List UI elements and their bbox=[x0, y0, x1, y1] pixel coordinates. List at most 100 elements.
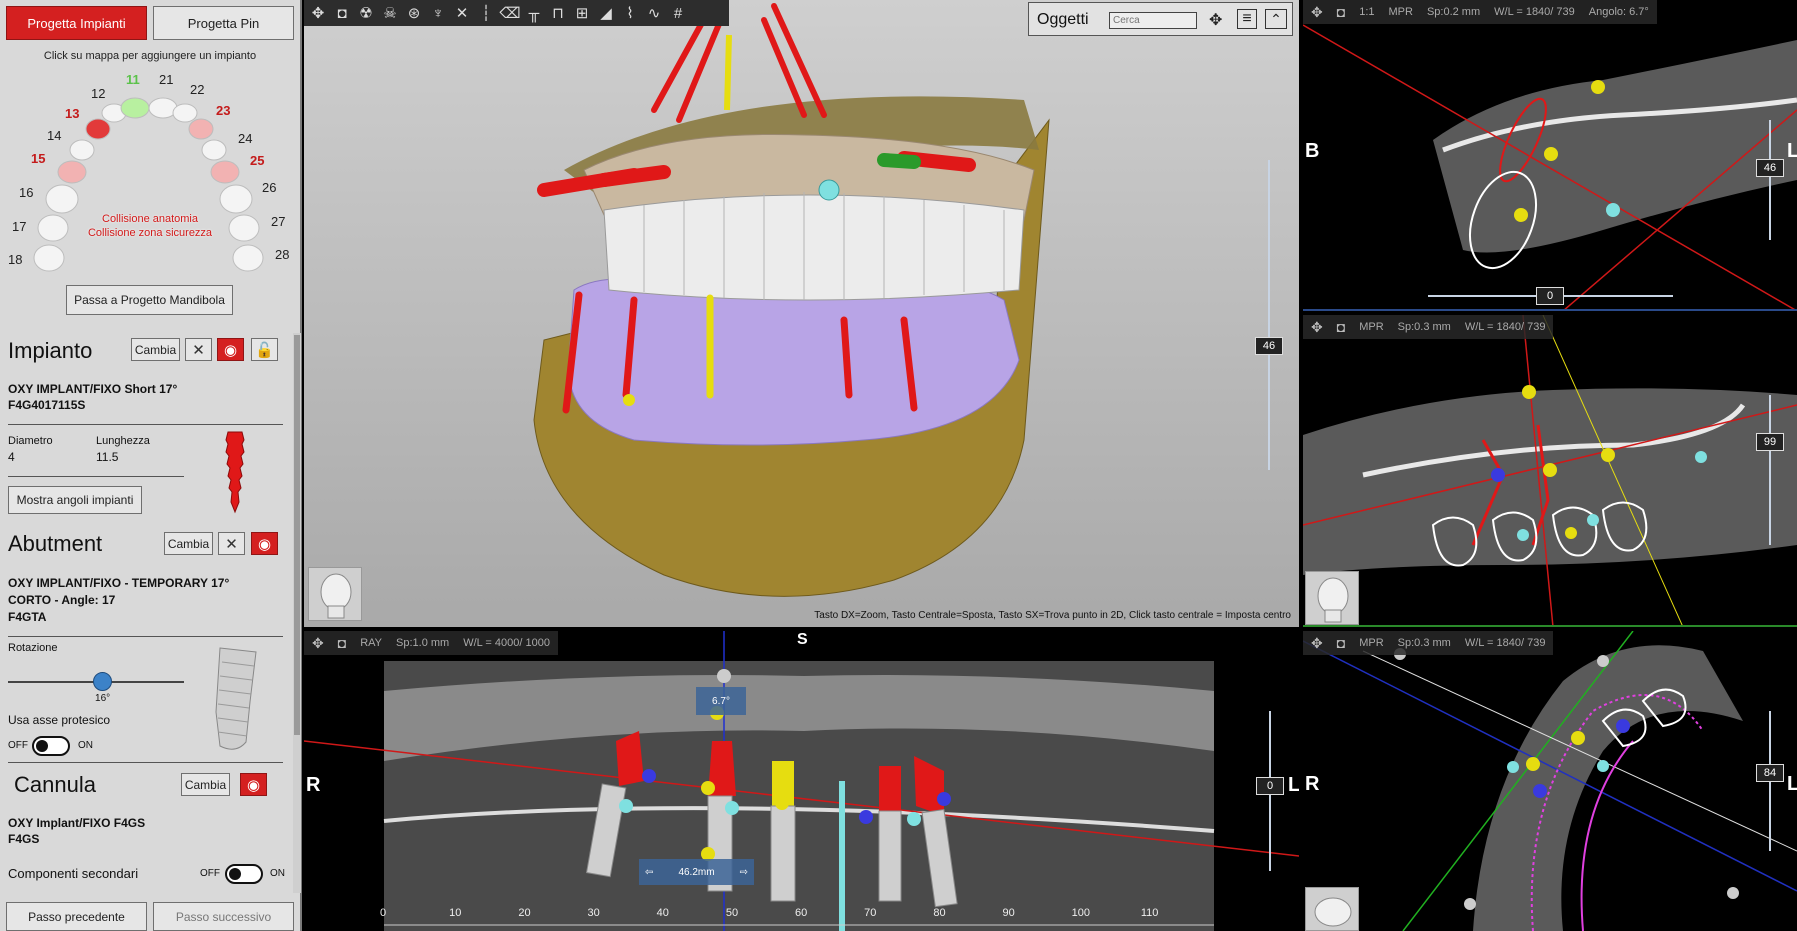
divider bbox=[8, 476, 184, 477]
move-icon[interactable]: ✥ bbox=[1311, 635, 1323, 652]
tooth-13[interactable] bbox=[85, 118, 111, 140]
rotation-slider-handle[interactable] bbox=[93, 672, 113, 691]
secondary-components-label: Componenti secondari bbox=[8, 866, 139, 881]
view-mode: MPR bbox=[1359, 637, 1384, 649]
orientation-head-icon[interactable] bbox=[1305, 887, 1359, 931]
divider bbox=[8, 636, 283, 637]
move-icon[interactable]: ✥ bbox=[1311, 4, 1323, 21]
eye-icon: ◉ bbox=[257, 535, 272, 553]
ct-view-cross-section[interactable]: ✥ ◘ MPR Sp:0.3 mm W/L = 1840/ 739 99 bbox=[1303, 315, 1797, 627]
cross-slice-slider[interactable] bbox=[1769, 395, 1771, 545]
tooth-14[interactable] bbox=[69, 139, 95, 161]
ruler-tick-label: 40 bbox=[656, 907, 669, 919]
tooth-label-26: 26 bbox=[262, 180, 277, 195]
tooth-11[interactable] bbox=[120, 97, 150, 119]
close-icon[interactable]: ✕ bbox=[450, 4, 474, 22]
move-icon[interactable]: ✥ bbox=[1209, 10, 1222, 30]
eraser-icon[interactable]: ⌫ bbox=[498, 4, 522, 22]
camera-icon[interactable]: ◘ bbox=[330, 5, 354, 22]
ruler-tick-label: 70 bbox=[864, 907, 877, 919]
curve-icon[interactable]: ⌇ bbox=[618, 4, 642, 22]
prosthetic-axis-label: Usa asse protesico bbox=[8, 713, 111, 727]
tooth-26[interactable] bbox=[219, 184, 253, 214]
orientation-head-icon[interactable] bbox=[308, 567, 362, 621]
secondary-components-toggle[interactable] bbox=[225, 864, 263, 884]
prosthetic-axis-toggle[interactable] bbox=[32, 736, 70, 756]
ct-view-coronal[interactable]: ✥ ◘ MPR Sp:0.3 mm W/L = 1840/ 739 R L 84 bbox=[1303, 631, 1797, 931]
skull-icon[interactable]: ☠ bbox=[378, 4, 402, 22]
camera-icon[interactable]: ◘ bbox=[1337, 319, 1345, 335]
list-icon[interactable]: ≡ bbox=[1237, 9, 1257, 29]
abutment-change-button[interactable]: Cambia bbox=[164, 532, 213, 555]
tooth-map[interactable] bbox=[0, 0, 300, 290]
chevron-up-icon[interactable]: ⌃ bbox=[1265, 9, 1287, 29]
cannula-change-button[interactable]: Cambia bbox=[181, 773, 230, 796]
ct-view-axial[interactable]: ✥ ◘ 1:1 MPR Sp:0.2 mm W/L = 1840/ 739 An… bbox=[1303, 0, 1797, 311]
camera-icon[interactable]: ◘ bbox=[1337, 635, 1345, 651]
ct-cross-image[interactable] bbox=[1303, 315, 1797, 627]
ruler-tick-label: 30 bbox=[587, 907, 600, 919]
distance-measure[interactable]: ⇦ 46.2mm ⇨ bbox=[639, 859, 754, 885]
cannula-visibility-button[interactable]: ◉ bbox=[240, 773, 267, 796]
orientation-head-icon[interactable] bbox=[1305, 571, 1359, 625]
move-icon[interactable]: ✥ bbox=[1311, 319, 1323, 336]
objects-search-input[interactable] bbox=[1109, 12, 1197, 29]
radiation-icon[interactable]: ☢ bbox=[354, 4, 378, 22]
left-panel-scroll-thumb[interactable] bbox=[294, 335, 300, 735]
previous-step-button[interactable]: Passo precedente bbox=[6, 902, 147, 931]
abutment-visibility-button[interactable]: ◉ bbox=[251, 532, 278, 555]
implant-lock-button[interactable]: 🔓 bbox=[251, 338, 278, 361]
tooth-label-14: 14 bbox=[47, 128, 62, 143]
3d-depth-slider[interactable] bbox=[1268, 160, 1270, 470]
arrow-right-icon[interactable]: ⇨ bbox=[740, 867, 748, 878]
model-icon[interactable]: ⊞ bbox=[570, 4, 594, 22]
bridge-icon[interactable]: ⊓ bbox=[546, 4, 570, 22]
tooth-16[interactable] bbox=[45, 184, 79, 214]
grid-icon[interactable]: # bbox=[666, 5, 690, 22]
angle-measure-label: 6.7° bbox=[696, 687, 746, 715]
move-icon[interactable]: ✥ bbox=[312, 635, 324, 652]
diameter-label: Diametro bbox=[8, 435, 53, 447]
move-icon[interactable]: ✥ bbox=[306, 4, 330, 22]
arrow-left-icon[interactable]: ⇦ bbox=[645, 867, 653, 878]
axial-slice-slider[interactable] bbox=[1769, 120, 1771, 240]
implant-change-button[interactable]: Cambia bbox=[131, 338, 180, 361]
cut-icon[interactable]: ◢ bbox=[594, 4, 618, 22]
tooth-icon[interactable]: ♆ bbox=[426, 5, 450, 22]
show-implant-angles-button[interactable]: Mostra angoli impianti bbox=[8, 486, 142, 514]
ruler-tick-label: 20 bbox=[518, 907, 531, 919]
ct-coronal-image[interactable] bbox=[1303, 631, 1797, 931]
ct-axial-image[interactable] bbox=[1303, 0, 1797, 311]
panoramic-image[interactable] bbox=[304, 631, 1299, 931]
abutment-delete-button[interactable]: ✕ bbox=[218, 532, 245, 555]
toggle-knob bbox=[229, 868, 241, 880]
tooth-22[interactable] bbox=[172, 103, 198, 123]
tooth-23[interactable] bbox=[188, 118, 214, 140]
camera-icon[interactable]: ◘ bbox=[1337, 4, 1345, 20]
3d-scene[interactable] bbox=[304, 0, 1299, 627]
implant-delete-button[interactable]: ✕ bbox=[185, 338, 212, 361]
tooth-24[interactable] bbox=[201, 139, 227, 161]
view-angle: Angolo: 6.7° bbox=[1588, 6, 1649, 18]
tooth-18[interactable] bbox=[33, 244, 65, 272]
divider bbox=[8, 762, 283, 763]
switch-to-mandible-button[interactable]: Passa a Progetto Mandibola bbox=[66, 285, 233, 315]
guide-icon[interactable]: ╥ bbox=[522, 5, 546, 22]
nerve-icon[interactable]: ⊛ bbox=[402, 4, 426, 22]
abutment-preview-icon bbox=[215, 647, 257, 750]
ruler-tick-label: 100 bbox=[1071, 907, 1091, 919]
spline-icon[interactable]: ∿ bbox=[642, 4, 666, 22]
implant-visibility-button[interactable]: ◉ bbox=[217, 338, 244, 361]
camera-icon[interactable]: ◘ bbox=[338, 635, 346, 651]
separator-icon: ┆ bbox=[481, 5, 491, 22]
cross-slider-value: 99 bbox=[1756, 433, 1784, 451]
secondary-on-label: ON bbox=[270, 868, 285, 879]
tooth-28[interactable] bbox=[232, 244, 264, 272]
next-step-button[interactable]: Passo successivo bbox=[153, 902, 294, 931]
3d-view[interactable]: ✥ ◘ ☢ ☠ ⊛ ♆ ✕ ┆ ⌫ ╥ ⊓ ⊞ ◢ ⌇ ∿ # Oggetti … bbox=[304, 0, 1299, 627]
panoramic-header: ✥ ◘ RAY Sp:1.0 mm W/L = 4000/ 1000 bbox=[304, 631, 558, 655]
tooth-25[interactable] bbox=[210, 160, 240, 184]
panoramic-view[interactable]: ✥ ◘ RAY Sp:1.0 mm W/L = 4000/ 1000 S R L… bbox=[304, 631, 1299, 931]
implant-model: OXY IMPLANT/FIXO Short 17° bbox=[8, 382, 178, 396]
tooth-15[interactable] bbox=[57, 160, 87, 184]
